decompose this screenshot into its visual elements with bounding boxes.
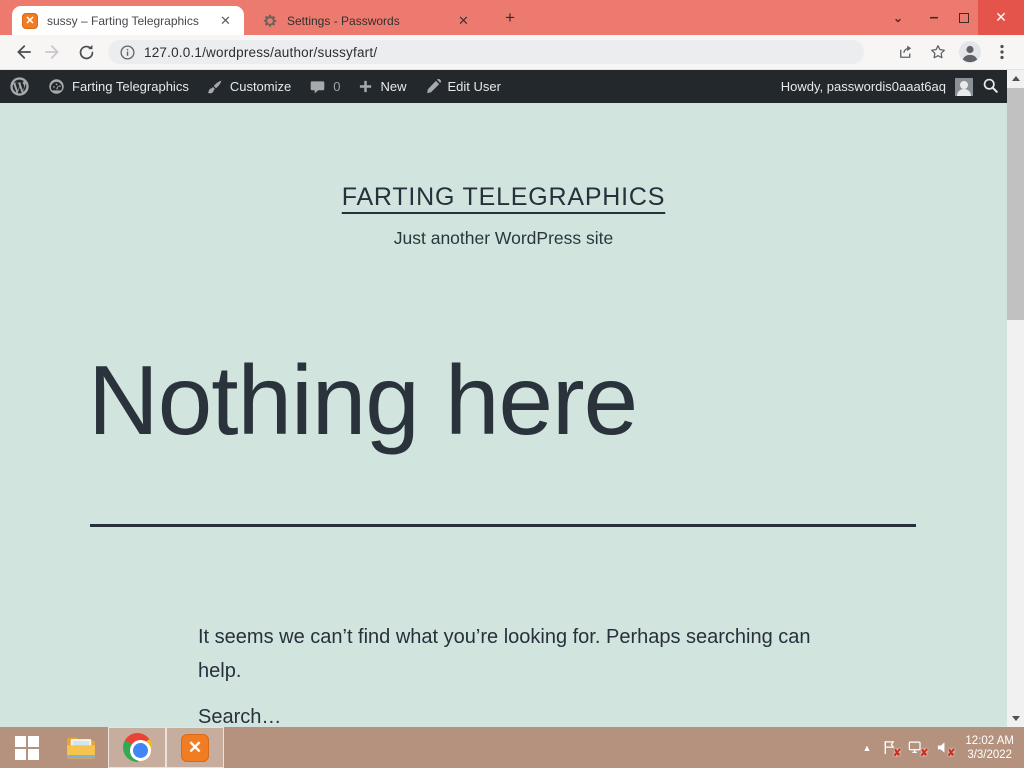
start-button[interactable] — [0, 727, 54, 768]
wp-admin-bar: Farting Telegraphics Customize 0 New Edi… — [0, 70, 1007, 103]
search-field-label: Search… — [198, 706, 282, 727]
wp-customize-label: Customize — [229, 79, 292, 94]
browser-toolbar: 127.0.0.1/wordpress/author/sussyfart/ — [0, 35, 1024, 70]
wp-user-avatar[interactable] — [955, 77, 973, 96]
windows-logo-icon — [15, 735, 39, 760]
window-minimize-button[interactable]: – — [920, 0, 948, 35]
site-title: FARTING TELEGRAPHICS — [0, 183, 1007, 212]
site-info-icon[interactable] — [120, 44, 135, 60]
page-scrollbar[interactable] — [1007, 70, 1024, 727]
tab-settings[interactable]: Settings - Passwords ✕ — [252, 6, 482, 35]
wp-new-menu[interactable]: New — [349, 70, 415, 103]
wp-howdy-label[interactable]: Howdy, passwordis0aaat6aq — [781, 79, 946, 94]
clock-time: 12:02 AM — [965, 734, 1014, 747]
tab-title: Settings - Passwords — [287, 13, 400, 28]
window-restore-button[interactable] — [950, 0, 978, 35]
address-bar[interactable]: 127.0.0.1/wordpress/author/sussyfart/ — [108, 40, 864, 64]
xampp-icon: ✕ — [181, 733, 209, 762]
wp-site-name-menu[interactable]: Farting Telegraphics — [39, 70, 198, 103]
xampp-favicon-icon: ✕ — [22, 12, 38, 29]
wp-customize-menu[interactable]: Customize — [198, 70, 300, 103]
desktop: ✕ sussy – Farting Telegraphics ✕ Setting… — [0, 0, 1024, 768]
xampp-taskbar-button[interactable]: ✕ — [166, 727, 224, 768]
page-content: FARTING TELEGRAPHICS Just another WordPr… — [0, 103, 1007, 727]
scrollbar-down-arrow[interactable] — [1007, 710, 1024, 727]
browser-menu-icon[interactable] — [986, 38, 1018, 66]
pencil-icon — [425, 78, 441, 95]
wordpress-logo-icon — [10, 77, 29, 96]
show-hidden-icons-chevron[interactable]: ▲ — [862, 743, 871, 753]
volume-icon[interactable]: ✘ — [934, 739, 955, 759]
tab-site[interactable]: ✕ sussy – Farting Telegraphics ✕ — [12, 6, 244, 35]
new-tab-button[interactable]: + — [500, 8, 520, 28]
action-center-flag-icon[interactable]: ✘ — [880, 739, 901, 759]
chrome-taskbar-button[interactable] — [108, 727, 166, 768]
site-tagline: Just another WordPress site — [393, 228, 614, 248]
site-title-link[interactable]: FARTING TELEGRAPHICS — [342, 183, 665, 211]
tab-title: sussy – Farting Telegraphics — [47, 13, 199, 28]
scrollbar-up-arrow[interactable] — [1007, 70, 1024, 87]
browser-tab-strip: ✕ sussy – Farting Telegraphics ✕ Setting… — [0, 0, 1024, 35]
bookmark-star-icon[interactable] — [922, 38, 954, 66]
share-icon[interactable] — [890, 38, 922, 66]
header-divider — [90, 524, 916, 527]
file-explorer-taskbar-button[interactable] — [54, 727, 108, 768]
wp-edit-user-label: Edit User — [447, 79, 501, 94]
plus-icon — [358, 79, 373, 94]
taskbar: ✕ ▲ ✘ ✘ ✘ 12:02 AM 3/3/2022 — [0, 727, 1024, 768]
profile-avatar-icon[interactable] — [954, 38, 986, 66]
forward-button[interactable] — [38, 38, 70, 66]
tab-close-icon[interactable]: ✕ — [217, 12, 234, 29]
wp-search-icon[interactable] — [982, 77, 999, 97]
dashboard-gauge-icon — [48, 78, 65, 95]
tab-search-chevron-icon[interactable]: ⌄ — [889, 9, 907, 27]
reload-button[interactable] — [70, 38, 102, 66]
gear-favicon-icon — [262, 13, 278, 29]
window-close-button[interactable]: ✕ — [978, 0, 1024, 35]
chrome-icon — [122, 733, 152, 762]
back-button[interactable] — [6, 38, 38, 66]
wp-comments-menu[interactable]: 0 — [300, 70, 349, 103]
tab-close-icon[interactable]: ✕ — [455, 12, 472, 29]
wp-logo-menu[interactable] — [0, 70, 39, 103]
file-explorer-icon — [67, 737, 95, 759]
network-status-icon[interactable]: ✘ — [907, 739, 928, 759]
url-text[interactable]: 127.0.0.1/wordpress/author/sussyfart/ — [144, 45, 377, 60]
wp-new-label: New — [380, 79, 407, 94]
comment-bubble-icon — [309, 79, 326, 95]
wp-site-name-label: Farting Telegraphics — [72, 79, 189, 94]
paintbrush-icon — [207, 79, 223, 95]
scrollbar-thumb[interactable] — [1007, 88, 1024, 320]
nothing-here-heading: Nothing here — [88, 345, 638, 455]
not-found-message: It seems we can’t find what you’re looki… — [198, 626, 811, 682]
wp-comment-count: 0 — [333, 79, 341, 94]
taskbar-clock[interactable]: 12:02 AM 3/3/2022 — [961, 734, 1014, 762]
system-tray: ▲ ✘ ✘ ✘ 12:02 AM 3/3/2022 — [862, 727, 1024, 768]
clock-date: 3/3/2022 — [967, 748, 1013, 761]
wp-edit-user-menu[interactable]: Edit User — [416, 70, 510, 103]
